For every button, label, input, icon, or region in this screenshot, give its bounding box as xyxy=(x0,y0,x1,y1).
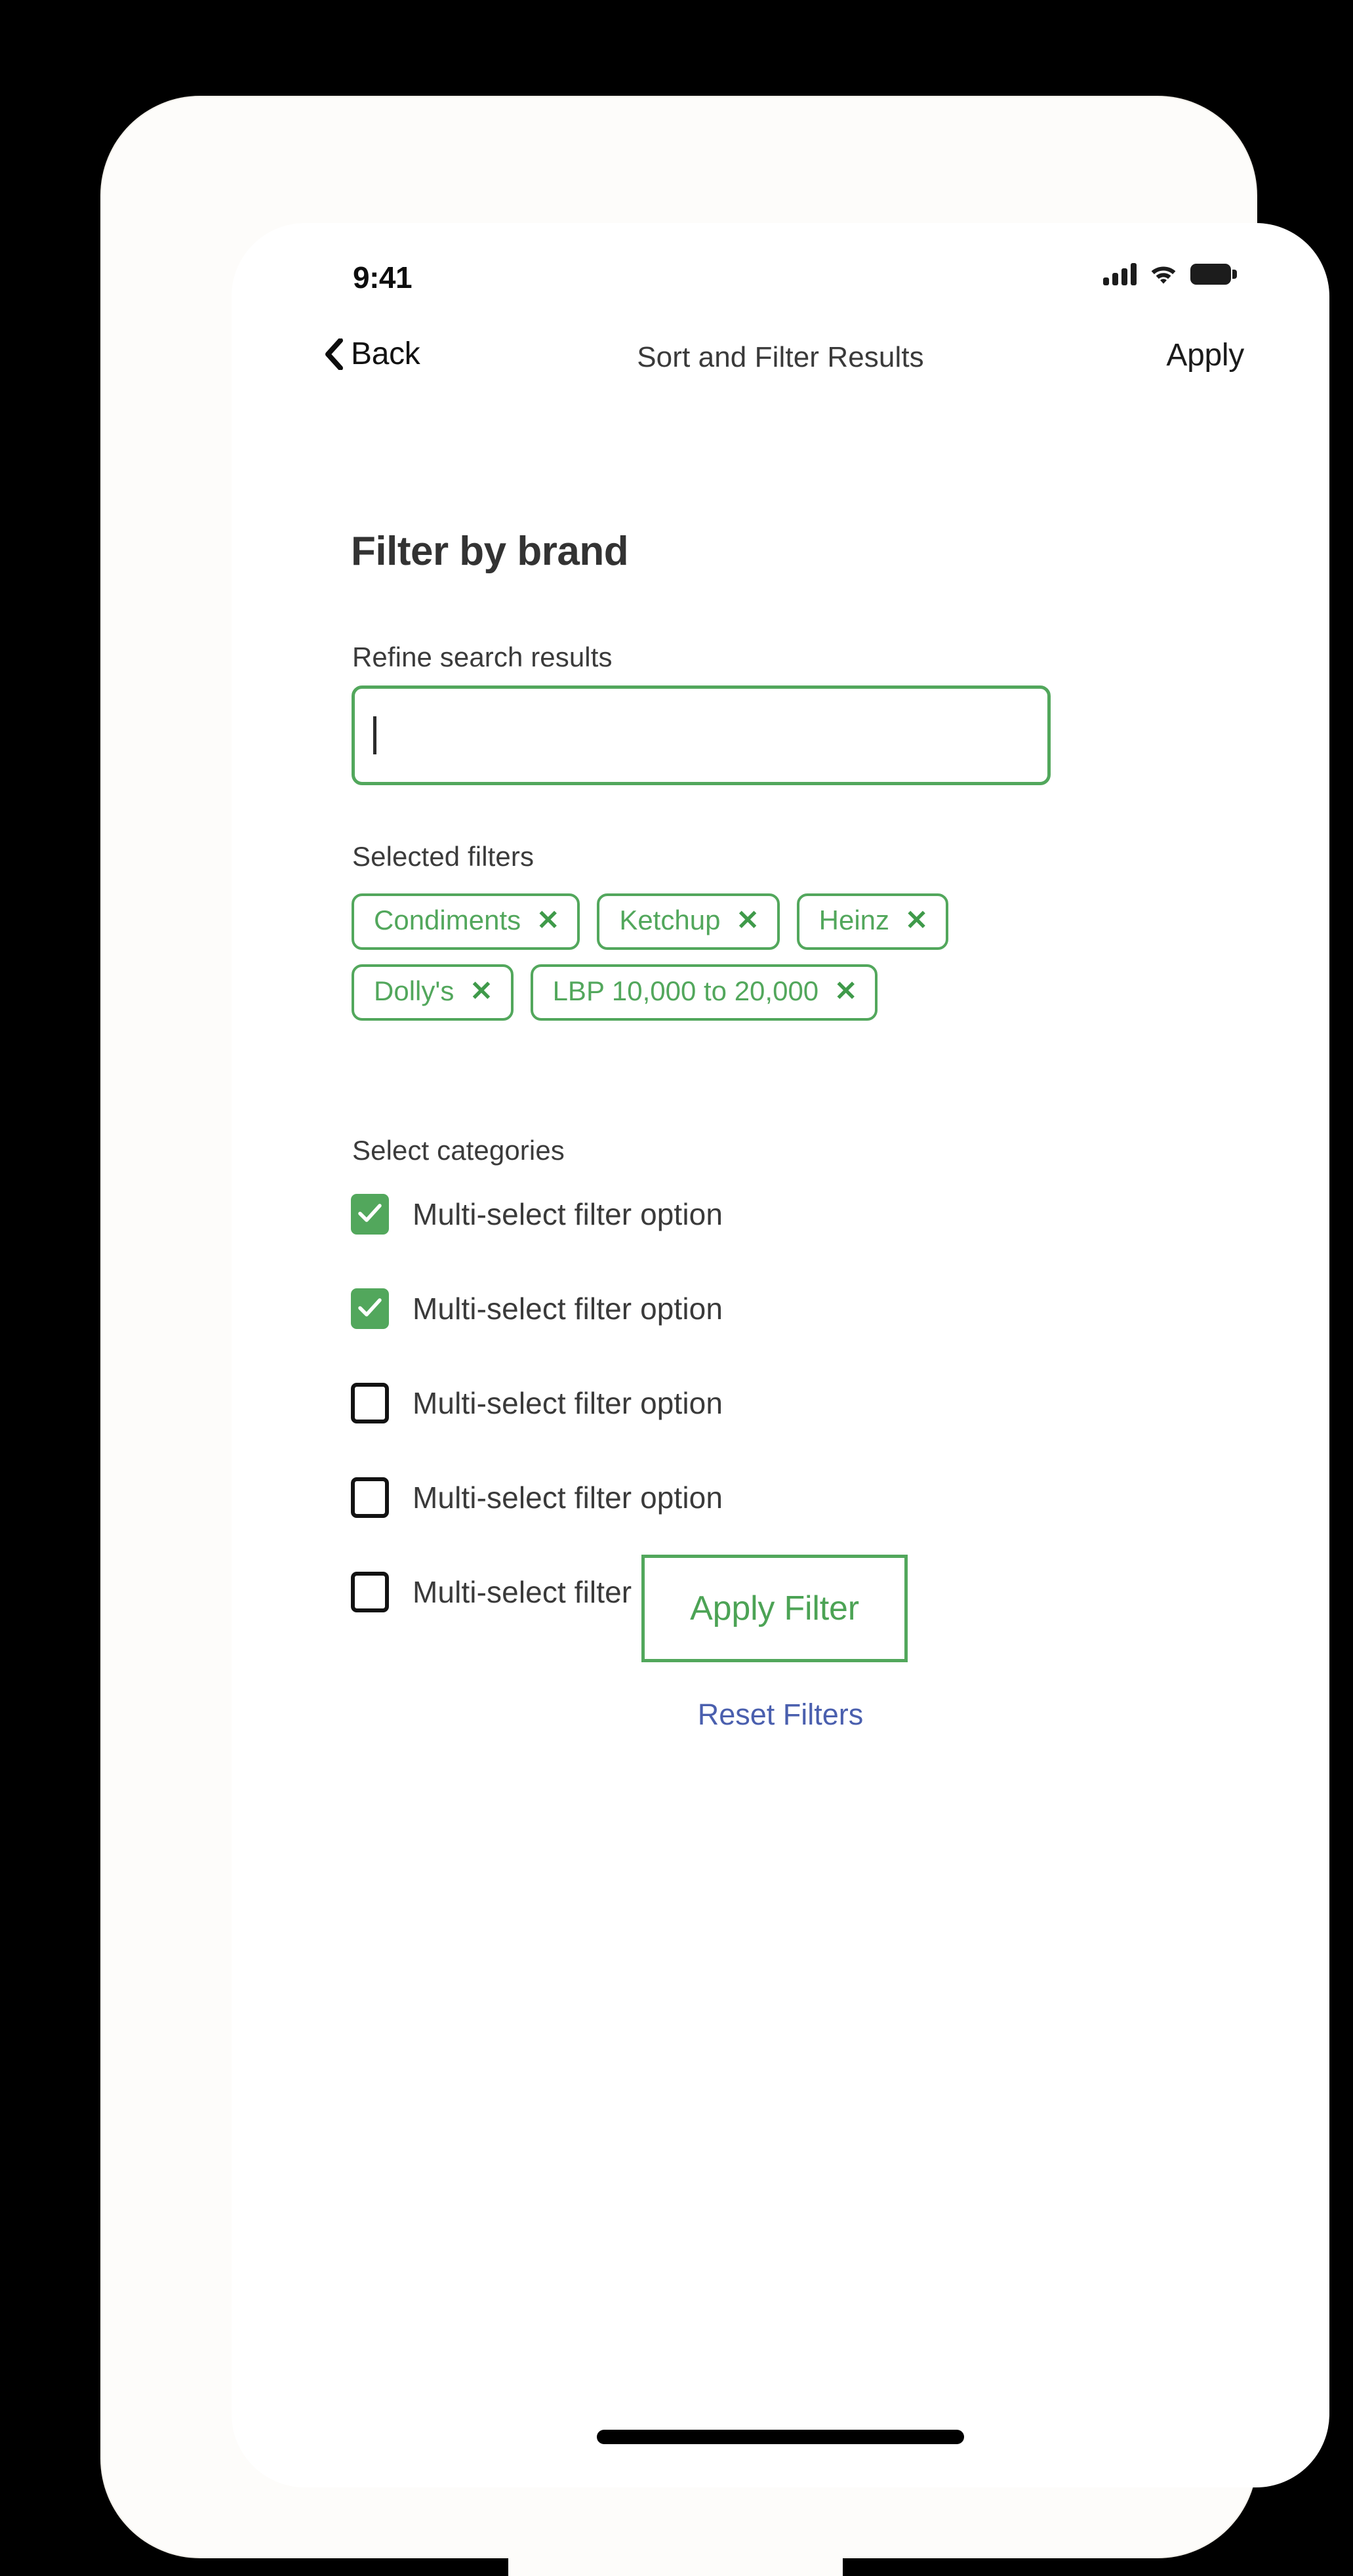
apply-filter-button[interactable]: Apply Filter xyxy=(641,1555,908,1662)
list-item-label: Multi-select filter option xyxy=(413,1197,723,1231)
apply-button[interactable]: Apply xyxy=(1166,337,1244,373)
apply-filter-button-label: Apply Filter xyxy=(690,1589,859,1627)
status-time: 9:41 xyxy=(353,260,413,295)
reset-filters-link[interactable]: Reset Filters xyxy=(232,1698,1329,1732)
filter-chip-label: Condiments xyxy=(374,905,521,935)
search-field-label: Refine search results xyxy=(352,642,613,672)
device-bottom-nub xyxy=(508,2537,843,2576)
checkbox-unchecked[interactable] xyxy=(351,1477,389,1518)
volume-up-button[interactable] xyxy=(185,630,206,766)
close-x-icon[interactable]: ✕ xyxy=(470,977,493,1005)
cellular-signal-icon xyxy=(1103,263,1137,285)
checkbox-checked[interactable] xyxy=(351,1288,389,1329)
filter-chip[interactable]: Ketchup ✕ xyxy=(597,893,780,950)
filter-chip-label: Heinz xyxy=(818,905,890,935)
page-title: Filter by brand xyxy=(351,529,629,574)
list-item[interactable]: Multi-select filter option xyxy=(351,1373,1138,1433)
selected-filters-list: Condiments ✕ Ketchup ✕ Heinz ✕ Dolly's ✕… xyxy=(352,893,1204,1035)
filter-chip-label: Dolly's xyxy=(374,975,454,1006)
text-caret xyxy=(373,716,376,754)
status-bar: 9:41 xyxy=(232,223,1329,321)
battery-full-icon xyxy=(1190,264,1237,285)
list-item[interactable]: Multi-select filter option xyxy=(351,1467,1138,1528)
phone-frame: 9:41 Back Sort and Filter Results Apply … xyxy=(102,97,1329,2557)
wifi-icon xyxy=(1150,264,1177,285)
list-item[interactable]: Multi-select filter option xyxy=(351,1278,1138,1339)
phone-screen: 9:41 Back Sort and Filter Results Apply … xyxy=(232,223,1329,2487)
home-indicator[interactable] xyxy=(597,2430,964,2444)
status-icons xyxy=(1103,258,1237,290)
checkbox-checked[interactable] xyxy=(351,1194,389,1235)
volume-down-button[interactable] xyxy=(185,779,206,916)
screenshot-root: 9:41 Back Sort and Filter Results Apply … xyxy=(0,0,1353,2576)
page-header-title: Sort and Filter Results xyxy=(637,341,924,373)
selected-filters-label: Selected filters xyxy=(352,841,535,872)
list-item[interactable]: Multi-select filter option xyxy=(351,1184,1138,1244)
categories-label: Select categories xyxy=(352,1135,565,1166)
search-input-wrapper[interactable] xyxy=(352,685,1051,785)
navigation-bar: Back Sort and Filter Results Apply xyxy=(232,321,1329,407)
filter-chip[interactable]: Condiments ✕ xyxy=(352,893,580,950)
filter-chip-label: Ketchup xyxy=(619,905,721,935)
silent-switch-button[interactable] xyxy=(185,505,206,583)
list-item-label: Multi-select filter option xyxy=(413,1386,723,1420)
chip-row: Condiments ✕ Ketchup ✕ Heinz ✕ xyxy=(352,893,1204,950)
close-x-icon[interactable]: ✕ xyxy=(905,907,928,934)
chip-row: Dolly's ✕ LBP 10,000 to 20,000 ✕ xyxy=(352,964,1204,1021)
close-x-icon[interactable]: ✕ xyxy=(536,907,559,934)
filter-chip-label: LBP 10,000 to 20,000 xyxy=(552,975,819,1006)
list-item-label: Multi-select filter option xyxy=(413,1292,723,1326)
list-item-label: Multi-select filter option xyxy=(413,1481,723,1515)
close-x-icon[interactable]: ✕ xyxy=(834,977,857,1005)
close-x-icon[interactable]: ✕ xyxy=(736,907,759,934)
filter-chip[interactable]: Heinz ✕ xyxy=(796,893,949,950)
checkbox-unchecked[interactable] xyxy=(351,1383,389,1423)
filter-chip[interactable]: LBP 10,000 to 20,000 ✕ xyxy=(530,964,878,1021)
checkbox-unchecked[interactable] xyxy=(351,1572,389,1612)
filter-chip[interactable]: Dolly's ✕ xyxy=(352,964,514,1021)
